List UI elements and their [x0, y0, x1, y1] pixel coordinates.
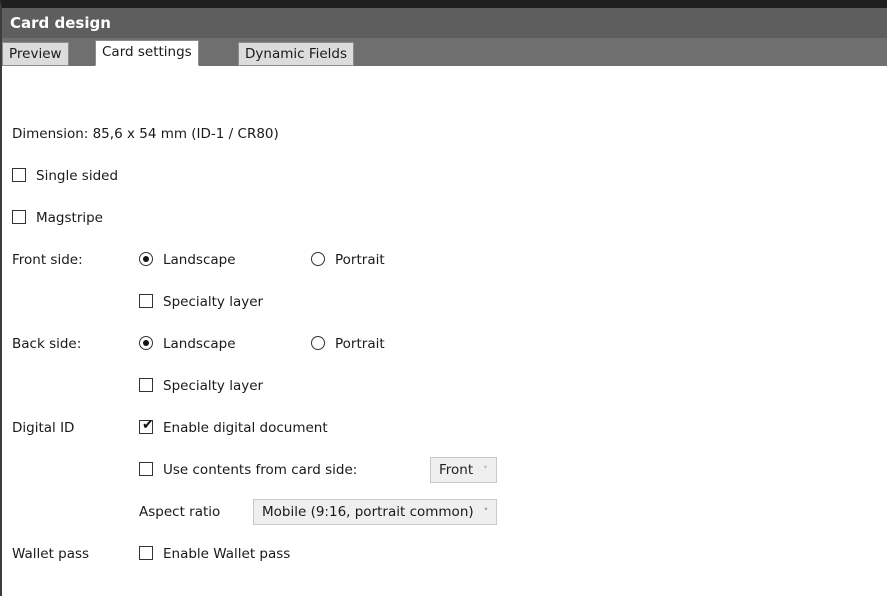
enable-digital-document-checkbox[interactable]: ✔ Enable digital document	[139, 417, 328, 438]
single-sided-label: Single sided	[36, 168, 119, 184]
checkbox-checked-icon[interactable]: ✔	[139, 417, 154, 434]
tab-card-settings[interactable]: Card settings	[95, 40, 199, 66]
front-landscape-radio[interactable]: Landscape	[139, 250, 236, 270]
enable-wallet-pass-checkbox[interactable]: Enable Wallet pass	[139, 544, 290, 564]
enable-wallet-pass-label: Enable Wallet pass	[163, 546, 291, 562]
back-landscape-radio[interactable]: Landscape	[139, 334, 236, 354]
front-specialty-layer-checkbox[interactable]: Specialty layer	[139, 292, 263, 312]
aspect-ratio-value: Mobile (9:16, portrait common)	[262, 504, 474, 520]
digital-id-label: Digital ID	[12, 420, 75, 436]
use-contents-label: Use contents from card side:	[163, 462, 358, 478]
front-side-label: Front side:	[12, 252, 83, 268]
radio-selected-icon[interactable]	[139, 252, 153, 266]
card-design-panel: Card design Preview Card settings Dynami…	[0, 0, 887, 596]
magstripe-checkbox[interactable]: Magstripe	[12, 208, 103, 228]
chevron-down-icon: ˅	[483, 508, 489, 518]
aspect-ratio-select[interactable]: Mobile (9:16, portrait common) ˅	[253, 499, 498, 525]
wallet-pass-label: Wallet pass	[12, 546, 90, 562]
front-portrait-radio[interactable]: Portrait	[311, 250, 385, 270]
front-landscape-label: Landscape	[163, 252, 236, 268]
checkmark-icon: ✔	[142, 417, 154, 433]
enable-digital-document-label: Enable digital document	[163, 420, 328, 436]
radio-icon[interactable]	[311, 252, 325, 266]
card-side-select[interactable]: Front ˅	[430, 457, 497, 483]
back-specialty-layer-checkbox[interactable]: Specialty layer	[139, 376, 263, 396]
tab-strip: Preview Card settings Dynamic Fields	[2, 38, 887, 66]
checkbox-icon[interactable]	[139, 378, 153, 392]
tab-dynamic-fields[interactable]: Dynamic Fields	[238, 42, 355, 66]
back-landscape-label: Landscape	[163, 336, 236, 352]
front-portrait-label: Portrait	[335, 252, 385, 268]
checkbox-icon[interactable]	[139, 546, 153, 560]
checkbox-icon[interactable]	[139, 462, 153, 476]
single-sided-checkbox[interactable]: Single sided	[12, 166, 118, 186]
tab-preview[interactable]: Preview	[2, 42, 69, 66]
front-specialty-layer-label: Specialty layer	[163, 294, 264, 310]
checkbox-icon[interactable]	[12, 168, 26, 182]
use-contents-checkbox[interactable]: Use contents from card side:	[139, 460, 357, 480]
checkbox-icon[interactable]	[12, 210, 26, 224]
back-portrait-label: Portrait	[335, 336, 385, 352]
back-specialty-layer-label: Specialty layer	[163, 378, 264, 394]
panel-title: Card design	[2, 8, 887, 38]
radio-icon[interactable]	[311, 336, 325, 350]
back-portrait-radio[interactable]: Portrait	[311, 334, 385, 354]
checkbox-icon[interactable]	[139, 294, 153, 308]
back-side-label: Back side:	[12, 336, 82, 352]
aspect-ratio-label: Aspect ratio	[139, 504, 221, 520]
chevron-down-icon: ˅	[483, 466, 488, 476]
magstripe-label: Magstripe	[36, 210, 103, 226]
card-side-value: Front	[439, 462, 474, 478]
dimension-text: Dimension: 85,6 x 54 mm (ID-1 / CR80)	[12, 126, 279, 142]
card-settings-content: Dimension: 85,6 x 54 mm (ID-1 / CR80) Si…	[2, 66, 887, 596]
radio-selected-icon[interactable]	[139, 336, 153, 350]
